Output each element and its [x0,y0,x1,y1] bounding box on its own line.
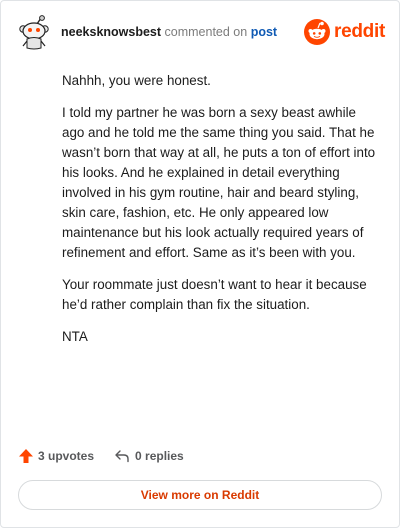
commented-on-text: commented on [161,25,251,39]
reply-count: 0 replies [135,449,184,463]
comment-meta: neeksknowsbest commented on post [61,24,277,40]
comment-paragraph: NTA [62,329,88,344]
upvote-arrow-icon [19,449,33,463]
upvote-count: 3 upvotes [38,449,95,463]
reddit-logo[interactable]: reddit [304,19,385,45]
upvote-button[interactable]: 3 upvotes [18,448,94,464]
embedded-comment-card: neeksknowsbest commented on post reddit … [0,0,400,528]
comment-paragraph: Nahhh, you were honest. [62,73,211,88]
comment-header: neeksknowsbest commented on post reddit [17,15,385,51]
reddit-wordmark: reddit [334,21,385,42]
view-more-on-reddit-button[interactable]: View more on Reddit [18,480,382,510]
snoo-avatar-icon[interactable] [17,15,51,51]
replies-button[interactable]: 0 replies [114,449,184,463]
reply-arrow-icon [115,450,129,463]
reddit-snoo-icon [304,19,331,45]
comment-paragraph: Your roommate just doesn’t want to hear … [62,277,367,312]
comment-paragraph: I told my partner he was born a sexy bea… [62,105,376,260]
post-link[interactable]: post [251,25,277,39]
comment-body: Nahhh, you were honest. I told my partne… [62,71,382,359]
username-link[interactable]: neeksknowsbest [61,25,161,39]
comment-actions: 3 upvotes 0 replies [18,445,184,467]
